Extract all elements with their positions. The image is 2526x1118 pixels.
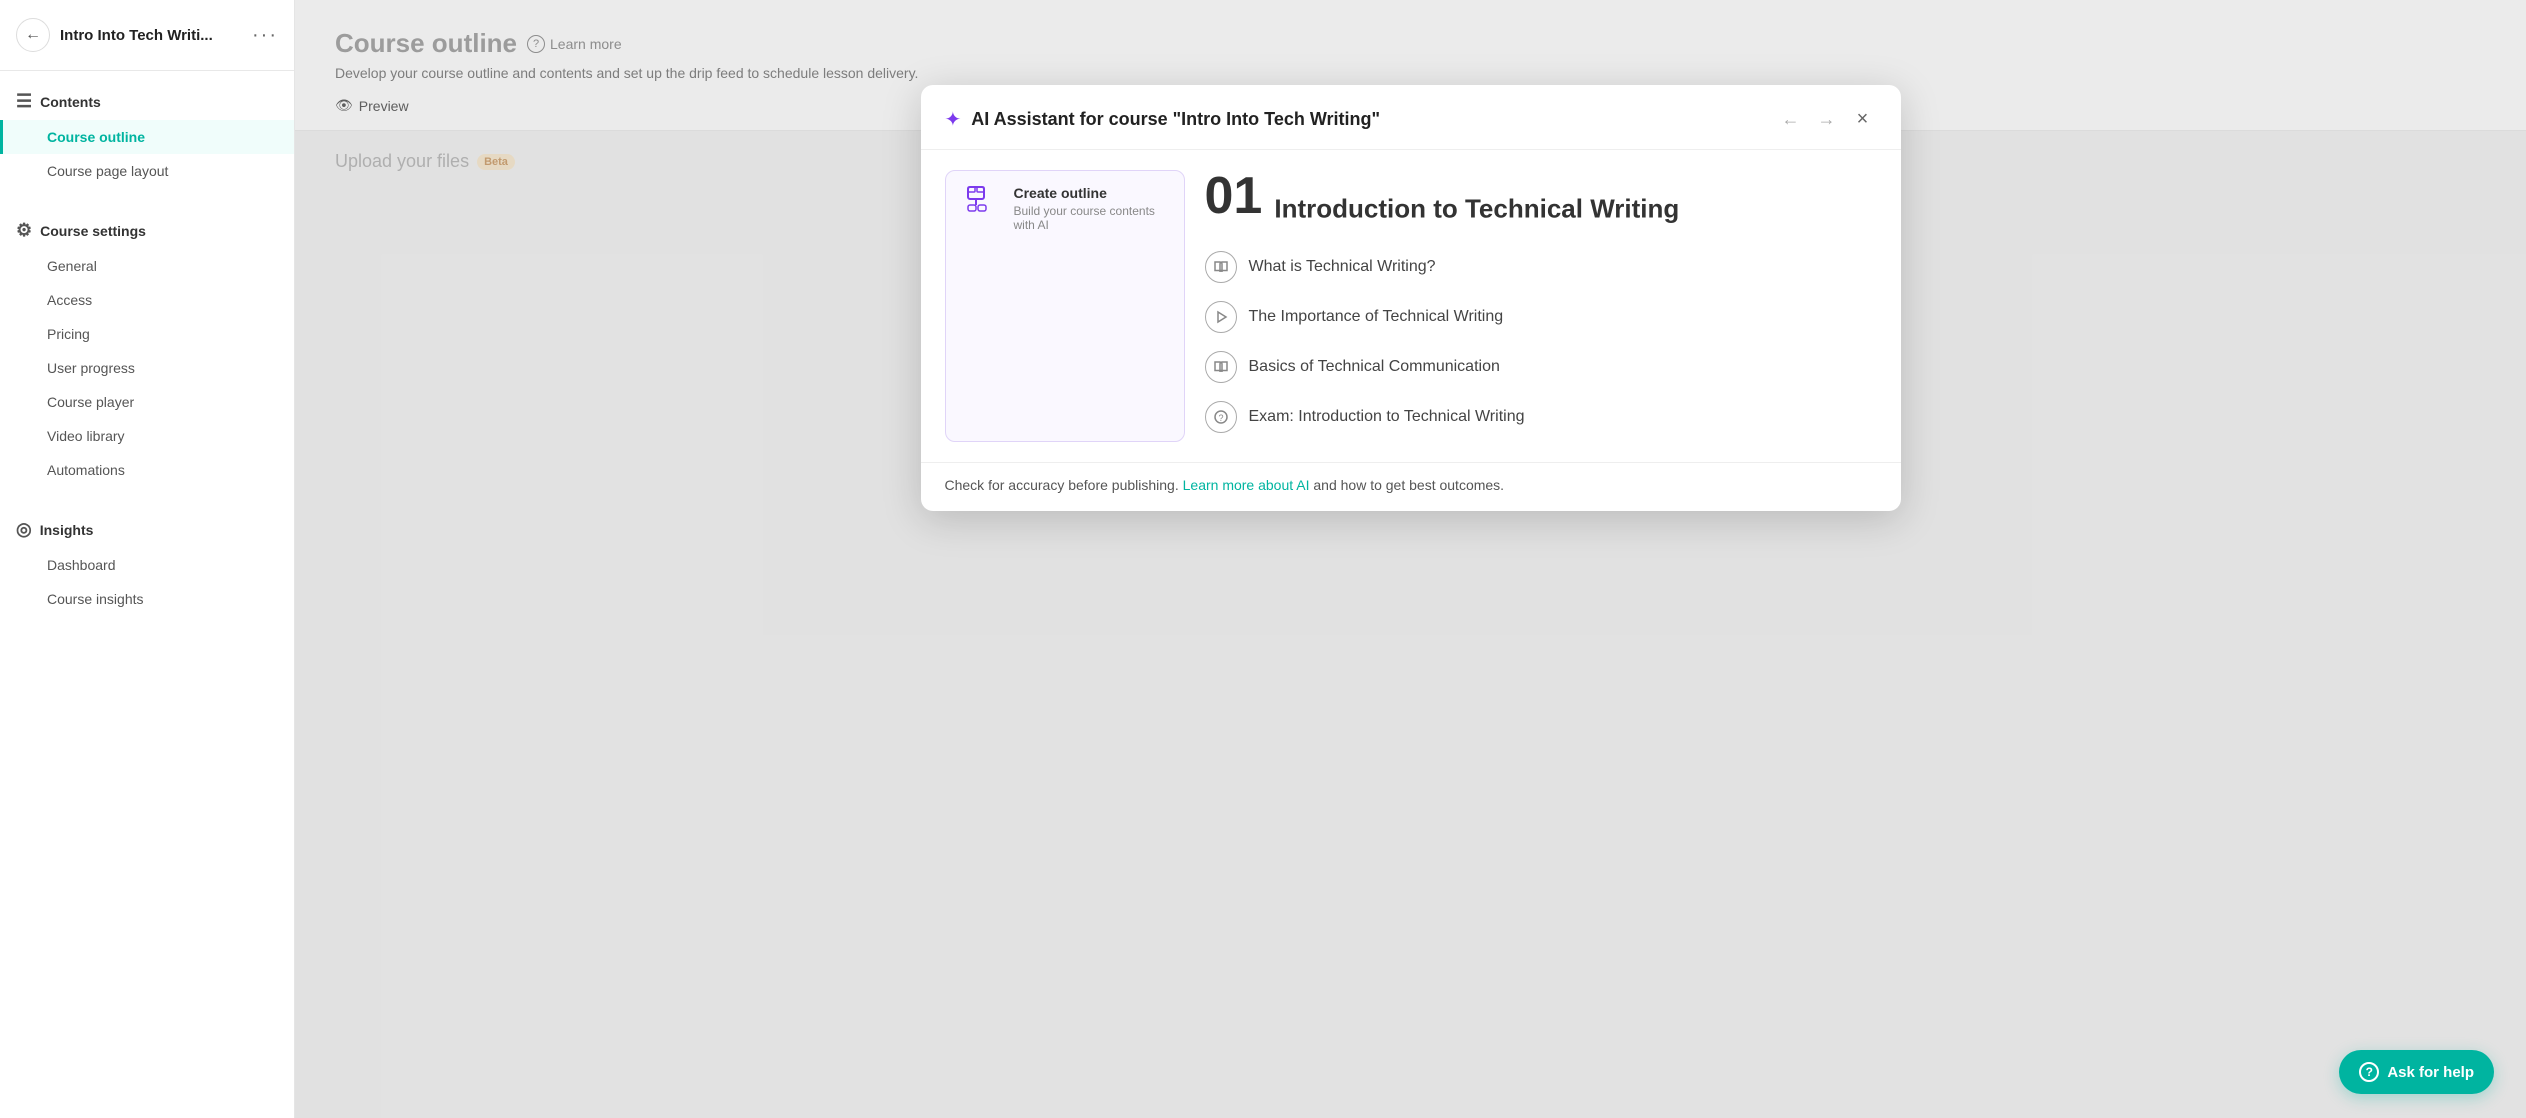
sidebar-item-video-library[interactable]: Video library [0,419,294,453]
sidebar-section-contents: ☰ Contents Course outline Course page la… [0,71,294,200]
section-title: Introduction to Technical Writing [1274,193,1679,223]
modal-forward-button[interactable]: → [1813,105,1841,133]
ai-sparkle-icon: ✦ [945,107,962,132]
section-number: 01 [1205,170,1263,222]
sidebar-section-insights-header[interactable]: ◎ Insights [0,511,294,548]
sidebar-item-course-insights[interactable]: Course insights [0,582,294,616]
sidebar-item-course-player[interactable]: Course player [0,385,294,419]
course-settings-label: Course settings [40,223,146,239]
modal-overlay: ✦ AI Assistant for course "Intro Into Te… [295,0,2526,1118]
ask-for-help-button[interactable]: ? Ask for help [2339,1050,2494,1094]
modal-title: AI Assistant for course "Intro Into Tech… [971,109,1380,130]
more-options-button[interactable]: ··· [252,24,278,47]
modal-content-inner: Create outline Build your course content… [945,170,1877,442]
main-content: Course outline ? Learn more Develop your… [295,0,2526,1118]
sidebar-section-insights: ◎ Insights Dashboard Course insights [0,499,294,628]
sidebar: ← Intro Into Tech Writi... ··· ☰ Content… [0,0,295,1118]
contents-icon: ☰ [16,91,32,112]
lesson-item-2: The Importance of Technical Writing [1205,292,1877,342]
footer-text-before: Check for accuracy before publishing. [945,477,1183,493]
insights-label: Insights [40,522,94,538]
lesson-item-1: What is Technical Writing? [1205,242,1877,292]
create-outline-subtitle: Build your course contents with AI [1014,204,1166,232]
lesson-play-icon-2 [1205,301,1237,333]
sidebar-title: Intro Into Tech Writi... [60,27,242,44]
lesson-quiz-icon-4: ? [1205,401,1237,433]
settings-icon: ⚙ [16,220,32,241]
sidebar-section-contents-header[interactable]: ☰ Contents [0,83,294,120]
sidebar-section-course-settings: ⚙ Course settings General Access Pricing… [0,200,294,499]
lesson-label-3: Basics of Technical Communication [1249,358,1500,376]
sidebar-item-pricing[interactable]: Pricing [0,317,294,351]
sidebar-header: ← Intro Into Tech Writi... ··· [0,0,294,71]
create-outline-card-text: Create outline Build your course content… [1014,185,1166,232]
ai-assistant-modal: ✦ AI Assistant for course "Intro Into Te… [921,85,1901,511]
sidebar-section-course-settings-header[interactable]: ⚙ Course settings [0,212,294,249]
modal-actions: ← → × [1777,105,1877,133]
sidebar-item-general[interactable]: General [0,249,294,283]
svg-text:?: ? [1218,413,1223,423]
modal-title-area: ✦ AI Assistant for course "Intro Into Te… [945,107,1381,132]
ask-help-question-icon: ? [2359,1062,2379,1082]
outline-content: 01 Introduction to Technical Writing What… [1205,170,1877,442]
lesson-item-3: Basics of Technical Communication [1205,342,1877,392]
sidebar-item-automations[interactable]: Automations [0,453,294,487]
modal-close-button[interactable]: × [1849,105,1877,133]
modal-header: ✦ AI Assistant for course "Intro Into Te… [921,85,1901,150]
modal-scroll-area[interactable]: Create outline Build your course content… [921,150,1901,462]
create-outline-icon [964,185,1000,228]
create-outline-card[interactable]: Create outline Build your course content… [945,170,1185,442]
modal-footer-note: Check for accuracy before publishing. Le… [921,462,1901,511]
sidebar-item-dashboard[interactable]: Dashboard [0,548,294,582]
lesson-book-icon-1 [1205,251,1237,283]
sidebar-item-course-page-layout[interactable]: Course page layout [0,154,294,188]
sidebar-item-access[interactable]: Access [0,283,294,317]
modal-back-button[interactable]: ← [1777,105,1805,133]
back-button[interactable]: ← [16,18,50,52]
sidebar-item-course-outline[interactable]: Course outline [0,120,294,154]
lesson-label-4: Exam: Introduction to Technical Writing [1249,408,1525,426]
lesson-label-1: What is Technical Writing? [1249,258,1436,276]
section-heading: 01 Introduction to Technical Writing [1205,170,1877,224]
contents-label: Contents [40,94,101,110]
lesson-book-icon-3 [1205,351,1237,383]
lesson-label-2: The Importance of Technical Writing [1249,308,1504,326]
lesson-item-4: ? Exam: Introduction to Technical Writin… [1205,392,1877,442]
create-outline-title: Create outline [1014,185,1166,201]
insights-icon: ◎ [16,519,32,540]
footer-learn-more-link[interactable]: Learn more about AI [1183,477,1310,493]
ask-for-help-label: Ask for help [2387,1064,2474,1081]
sidebar-item-user-progress[interactable]: User progress [0,351,294,385]
footer-text-after: and how to get best outcomes. [1310,477,1505,493]
